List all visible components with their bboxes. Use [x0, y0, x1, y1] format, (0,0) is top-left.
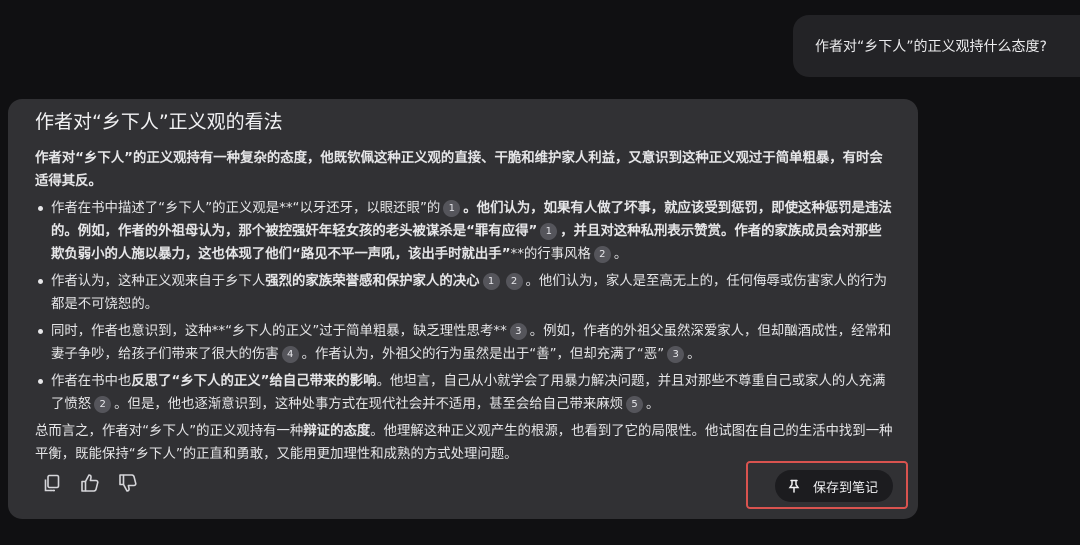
answer-action-toolbar: [40, 468, 154, 498]
citation-badge[interactable]: 1: [540, 223, 558, 240]
copy-icon[interactable]: [40, 471, 64, 495]
text-run: 总而言之，作者对“乡下人”的正义观持有一种: [35, 424, 304, 439]
save-to-notes-button[interactable]: 保存到笔记: [775, 470, 893, 502]
answer-point: 作者认为，这种正义观来自于乡下人强烈的家族荣誉感和保护家人的决心 1 2 。他们认为，…: [35, 270, 894, 316]
bullet-dot: [38, 279, 43, 284]
citation-badge[interactable]: 3: [509, 323, 527, 340]
text-run: 作者认为，这种正义观来自于乡下人: [51, 274, 266, 289]
citation-badge[interactable]: 2: [505, 273, 523, 290]
answer-points-list: 作者在书中描述了“乡下人”的正义观是**“以牙还牙，以眼还眼”的 1 。他们认为，如…: [35, 197, 894, 416]
text-run: 同时，作者也意识到，这种**“乡下人的正义”过于简单粗暴，缺乏理性思考**: [51, 324, 507, 339]
citation-badge[interactable]: 1: [443, 200, 461, 217]
answer-intro: 作者对“乡下人”的正义观持有一种复杂的态度，他既钦佩这种正义观的直接、干脆和维护…: [35, 151, 883, 189]
bullet-dot: [38, 329, 43, 334]
save-to-notes-label: 保存到笔记: [813, 480, 879, 496]
user-message-bubble: 作者对“乡下人”的正义观持什么态度?: [793, 15, 1080, 77]
thumbs-up-icon[interactable]: [78, 471, 102, 495]
text-run: 。: [646, 397, 660, 412]
text-run: 反思了“乡下人的正义”给自己带来的影响: [131, 374, 377, 389]
text-run: **的行事风格: [510, 247, 591, 262]
answer-point: 作者在书中描述了“乡下人”的正义观是**“以牙还牙，以眼还眼”的 1 。他们认为，如…: [35, 197, 894, 266]
thumbs-down-icon[interactable]: [116, 471, 140, 495]
answer-point: 同时，作者也意识到，这种**“乡下人的正义”过于简单粗暴，缺乏理性思考** 3 。例…: [35, 320, 894, 366]
text-run: 作者在书中描述了“乡下人”的正义观是**“以牙还牙，以眼还眼”的: [51, 201, 441, 216]
bullet-dot: [38, 379, 43, 384]
text-run: 作者在书中也: [51, 374, 132, 389]
answer-conclusion: 总而言之，作者对“乡下人”的正义观持有一种辩证的态度。他理解这种正义观产生的根源…: [35, 420, 894, 466]
text-run: 强烈的家族荣誉感和保护家人的决心: [265, 274, 480, 289]
citation-badge[interactable]: 4: [281, 346, 299, 363]
citation-badge[interactable]: 1: [482, 273, 500, 290]
citation-badge[interactable]: 2: [593, 246, 611, 263]
answer-title: 作者对“乡下人”正义观的看法: [35, 111, 283, 133]
text-run: 。作者认为，外祖父的行为虽然是出于“善”，但却充满了“恶”: [301, 347, 665, 362]
pin-icon: [787, 479, 801, 493]
answer-card: 作者对“乡下人”正义观的看法 作者对“乡下人”的正义观持有一种复杂的态度，他既钦…: [8, 99, 918, 519]
text-run: 辩证的态度: [303, 424, 371, 439]
user-question-text: 作者对“乡下人”的正义观持什么态度?: [815, 39, 1047, 55]
text-run: 。但是，他也逐渐意识到，这种处事方式在现代社会并不适用，甚至会给自己带来麻烦: [114, 397, 624, 412]
bullet-dot: [38, 206, 43, 211]
citation-badge[interactable]: 3: [667, 346, 685, 363]
citation-badge[interactable]: 2: [94, 396, 112, 413]
text-run: 。: [687, 347, 701, 362]
answer-point: 作者在书中也反思了“乡下人的正义”给自己带来的影响。他坦言，自己从小就学会了用暴…: [35, 370, 894, 416]
citation-badge[interactable]: 5: [626, 396, 644, 413]
text-run: 。: [613, 247, 628, 262]
